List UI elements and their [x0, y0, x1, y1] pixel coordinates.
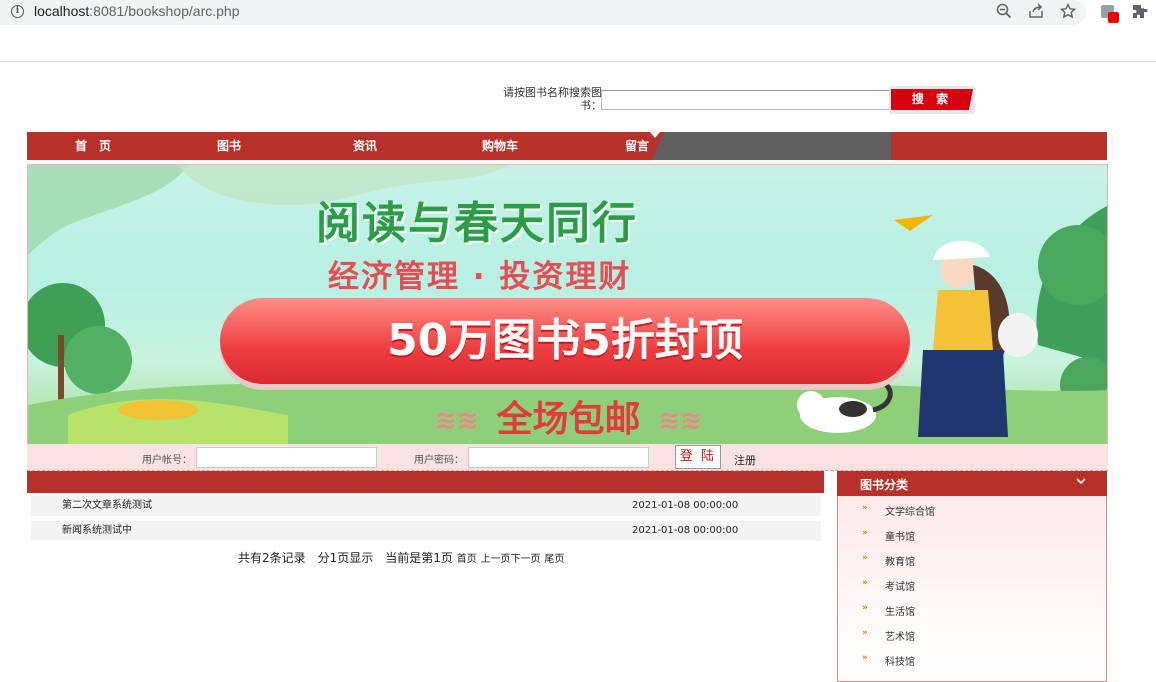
article-list-header: [27, 471, 824, 493]
bookmark-star-icon[interactable]: [1059, 2, 1077, 21]
category-item-children[interactable]: » 童书馆: [862, 528, 915, 543]
double-chevron-icon: »: [862, 578, 868, 588]
article-title[interactable]: 新闻系统测试中: [62, 521, 132, 541]
category-panel-title: 图书分类: [860, 478, 909, 492]
category-item-education[interactable]: » 教育馆: [862, 553, 915, 568]
url-text[interactable]: localhost:8081/bookshop/arc.php: [34, 3, 240, 19]
category-item-exam[interactable]: » 考试馆: [862, 578, 915, 593]
category-item-life[interactable]: » 生活馆: [862, 603, 915, 618]
password-label: 用户密码：: [414, 455, 464, 466]
address-bar[interactable]: i localhost:8081/bookshop/arc.php: [0, 0, 1086, 25]
nav-item-news[interactable]: 资讯: [353, 132, 377, 160]
wave-decoration: ≋≋: [434, 406, 479, 436]
site-info-icon[interactable]: i: [11, 5, 24, 18]
article-date: 2021-01-08 00:00:00: [632, 500, 739, 511]
wave-decoration: ≋≋: [658, 406, 703, 436]
login-bar: 用户帐号： 用户密码： 登 陆 注册: [27, 444, 1108, 471]
pagination: 共有2条记录 分1页显示 当前是第1页 首页 上一页下一页 尾页: [238, 549, 564, 566]
main-nav: 首 页 图书 资讯 购物车 留言: [27, 132, 1107, 160]
article-row[interactable]: 新闻系统测试中 2021-01-08 00:00:00: [31, 521, 821, 541]
banner-title: 阅读与春天同行: [316, 198, 638, 249]
banner-highlight: 50万图书5折封顶: [387, 315, 743, 366]
puzzle-icon[interactable]: [1132, 4, 1150, 22]
prev-page-link[interactable]: 上一页: [481, 554, 511, 565]
nav-notch: [650, 132, 660, 138]
category-item-art[interactable]: » 艺术馆: [862, 628, 915, 643]
nav-item-cart[interactable]: 购物车: [482, 132, 518, 160]
double-chevron-icon: »: [862, 603, 868, 613]
nav-item-messages[interactable]: 留言: [625, 132, 649, 160]
search-input[interactable]: [601, 90, 890, 110]
nav-item-home[interactable]: 首 页: [75, 132, 111, 160]
pagination-summary: 共有2条记录 分1页显示 当前是第1页: [238, 551, 453, 565]
category-item-tech[interactable]: » 科技馆: [862, 653, 915, 668]
article-date: 2021-01-08 00:00:00: [632, 525, 739, 536]
double-chevron-icon: »: [862, 653, 868, 663]
double-chevron-icon: »: [862, 503, 868, 513]
first-page-link[interactable]: 首页: [457, 554, 477, 565]
double-chevron-icon: »: [862, 628, 868, 638]
nav-highlight: [652, 132, 891, 160]
zoom-icon[interactable]: [995, 3, 1013, 21]
chevron-down-icon[interactable]: [1075, 475, 1087, 490]
category-panel-header[interactable]: 图书分类: [837, 471, 1107, 496]
article-title[interactable]: 第二次文章系统测试: [62, 496, 152, 516]
login-button[interactable]: 登 陆: [675, 445, 721, 469]
next-page-link[interactable]: 下一页: [511, 554, 541, 565]
banner-highlight-pill: 50万图书5折封顶: [220, 298, 910, 384]
share-icon[interactable]: [1027, 3, 1045, 21]
password-input[interactable]: [468, 447, 649, 468]
search-button[interactable]: 搜 索: [889, 86, 975, 114]
category-panel: » 文学综合馆 » 童书馆 » 教育馆 » 考试馆 » 生活馆 » 艺术馆 » 科技馆: [837, 471, 1107, 682]
search-label: 请按图书名称搜索图书：: [503, 86, 602, 112]
article-row[interactable]: 第二次文章系统测试 2021-01-08 00:00:00: [31, 496, 821, 516]
banner-bottom-text: 全场包邮: [496, 399, 641, 440]
promo-banner[interactable]: 阅读与春天同行 经济管理 · 投资理财 50万图书5折封顶 ≋≋ 全场包邮 ≋≋: [27, 164, 1108, 445]
username-label: 用户帐号：: [142, 455, 192, 466]
username-input[interactable]: [196, 447, 377, 468]
banner-subtitle: 经济管理 · 投资理财: [328, 259, 632, 295]
category-item-literature[interactable]: » 文学综合馆: [862, 503, 935, 518]
browser-chrome: i localhost:8081/bookshop/arc.php: [0, 0, 1156, 62]
extension-icon[interactable]: [1100, 4, 1119, 23]
search-button-label: 搜 索: [891, 89, 973, 110]
double-chevron-icon: »: [862, 553, 868, 563]
double-chevron-icon: »: [862, 528, 868, 538]
nav-item-books[interactable]: 图书: [217, 132, 241, 160]
last-page-link[interactable]: 尾页: [544, 554, 564, 565]
banner-bottom: ≋≋ 全场包邮 ≋≋: [28, 390, 1107, 442]
register-link[interactable]: 注册: [734, 452, 756, 468]
